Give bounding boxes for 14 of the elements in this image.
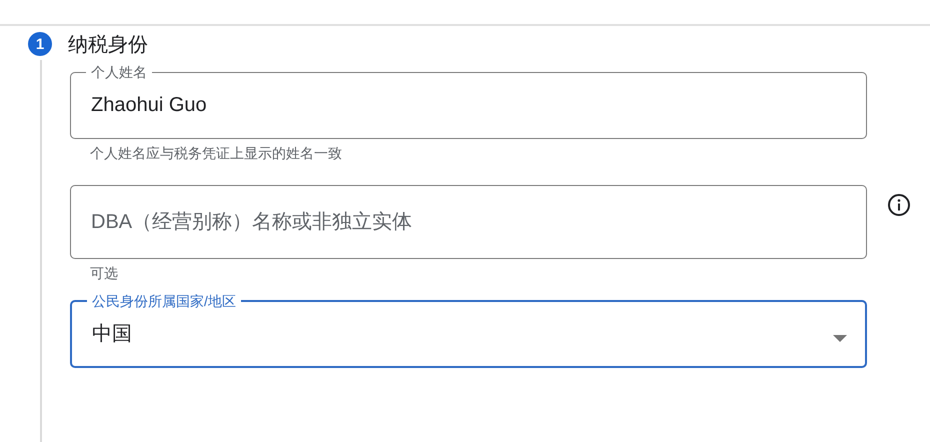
helper-text: 个人姓名应与税务凭证上显示的姓名一致 <box>89 145 343 163</box>
helper-text: 可选 <box>89 265 119 283</box>
dropdown-caret-icon <box>833 335 847 342</box>
step-number: 1 <box>28 32 52 56</box>
field-label: 公民身份所属国家/地区 <box>91 293 237 309</box>
section-title: 纳税身份 <box>68 32 148 58</box>
country-select[interactable]: 公民身份所属国家/地区 中国 <box>70 293 867 368</box>
text-field[interactable]: DBA（经营别称）名称或非独立实体 <box>70 185 867 259</box>
text-input[interactable]: 中国 <box>92 322 845 345</box>
text-input[interactable]: Zhaohui Guo <box>91 94 846 116</box>
field-label: 个人姓名 <box>90 64 148 80</box>
info-icon[interactable] <box>887 193 911 217</box>
text-input[interactable]: DBA（经营别称）名称或非独立实体 <box>91 210 846 234</box>
text-field[interactable]: 个人姓名 Zhaohui Guo <box>70 64 867 139</box>
